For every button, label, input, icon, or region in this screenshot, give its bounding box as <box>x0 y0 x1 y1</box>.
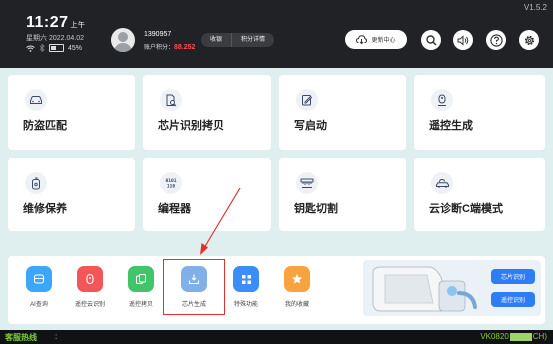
card-label: 写启动 <box>294 120 327 132</box>
quick-action-label: AI查询 <box>30 302 48 308</box>
star-icon <box>284 266 310 292</box>
write-icon <box>296 89 318 111</box>
chip-search-icon <box>160 89 182 111</box>
card-maintenance[interactable]: 维修保养 <box>8 158 135 231</box>
quick-action-label: 特殊功能 <box>233 302 258 308</box>
card-label: 云诊断C端模式 <box>429 203 503 215</box>
svg-text:110: 110 <box>167 184 176 190</box>
date-label: 星期六 2022.04.02 <box>26 35 84 42</box>
identify-promo-panel: 芯片识别 遥控识别 <box>363 260 541 316</box>
car-icon <box>25 89 47 111</box>
card-label: 维修保养 <box>23 203 67 215</box>
update-center-button[interactable]: 更新中心 <box>345 30 407 49</box>
card-cloud-diagnose-c[interactable]: 云诊断C端模式 <box>414 158 545 231</box>
grid-icon <box>233 266 259 292</box>
remote-cloud-icon <box>77 266 103 292</box>
card-label: 编程器 <box>158 203 191 215</box>
card-write-start[interactable]: 写启动 <box>279 75 406 150</box>
battery-percent: 45% <box>68 44 83 52</box>
search-icon <box>425 34 437 46</box>
chip-identify-button[interactable]: 芯片识别 <box>491 269 535 284</box>
annotation-arrow <box>200 187 241 255</box>
quick-my-favorites[interactable]: 我的收藏 <box>276 266 318 308</box>
card-remote-generate[interactable]: 遥控生成 <box>414 75 545 150</box>
account-number: 1390957 <box>144 31 172 38</box>
card-label: 芯片识别拷贝 <box>158 120 224 132</box>
device-serial: VK0820 CH) <box>480 332 547 341</box>
quick-remote-cloud-identify[interactable]: 遥控云识别 <box>69 266 111 308</box>
cloud-car-icon <box>431 172 453 194</box>
svg-text:0101: 0101 <box>165 178 176 184</box>
points-detail-button[interactable]: 积分详情 <box>231 33 274 47</box>
quick-action-bar: AI查询 遥控云识别 遥控拷贝 芯片生成 特殊功能 我的收藏 芯片识别 遥控识别 <box>8 256 545 324</box>
binary-icon: 0101 110 <box>160 172 182 194</box>
remote-copy-icon <box>128 266 154 292</box>
settings-icon <box>524 35 534 45</box>
search-button[interactable] <box>421 30 441 50</box>
main-panel: 防盗匹配 芯片识别拷贝 写启动 遥控生成 维修保养 0101 110 编程器 钥匙… <box>0 68 553 330</box>
footer-separator: : <box>55 332 58 341</box>
cashier-button[interactable]: 收银 <box>201 33 231 47</box>
card-anti-theft-match[interactable]: 防盗匹配 <box>8 75 135 150</box>
highlight-box <box>163 259 225 315</box>
key-cut-icon <box>296 172 318 194</box>
volume-icon <box>457 34 469 46</box>
cloud-download-icon <box>356 35 368 44</box>
update-center-label: 更新中心 <box>371 38 396 44</box>
device-illustration <box>372 266 477 312</box>
quick-action-label: 遥控拷贝 <box>128 302 153 308</box>
top-bar: 11:27 上午 星期六 2022.04.02 45% V1.5.2 139095… <box>0 0 553 68</box>
quick-remote-copy[interactable]: 遥控拷贝 <box>120 266 162 308</box>
points-value: 88.252 <box>174 44 196 51</box>
ai-query-icon <box>26 266 52 292</box>
volume-button[interactable] <box>453 30 473 50</box>
quick-special-functions[interactable]: 特殊功能 <box>225 266 267 308</box>
avatar[interactable] <box>111 28 135 52</box>
battery-icon <box>49 44 64 52</box>
clock: 11:27 上午 <box>26 14 86 31</box>
quick-action-label: 遥控云识别 <box>74 302 105 308</box>
account-points: 账户积分：88.252 <box>144 44 196 51</box>
card-label: 遥控生成 <box>429 120 473 132</box>
card-label: 钥匙切割 <box>294 203 338 215</box>
remote-identify-button[interactable]: 遥控识别 <box>491 292 535 307</box>
bluetooth-icon <box>39 44 45 52</box>
footer-bar: 客服热线 : VK0820 CH) <box>0 330 553 344</box>
serial-mask <box>509 332 532 341</box>
card-key-cutting[interactable]: 钥匙切割 <box>279 158 406 231</box>
wifi-icon <box>26 45 35 52</box>
quick-ai-query[interactable]: AI查询 <box>18 266 60 308</box>
quick-action-label: 我的收藏 <box>284 302 309 308</box>
oil-icon <box>25 172 47 194</box>
hotline-label[interactable]: 客服热线 <box>5 332 37 343</box>
help-button[interactable] <box>486 30 506 50</box>
card-chip-identify-copy[interactable]: 芯片识别拷贝 <box>143 75 271 150</box>
version-label: V1.5.2 <box>523 3 547 12</box>
remote-icon <box>431 89 453 111</box>
help-icon <box>489 33 503 47</box>
status-row: 45% <box>26 44 82 52</box>
card-label: 防盗匹配 <box>23 120 67 132</box>
account-pill-group: 收银 积分详情 <box>201 33 275 47</box>
settings-button[interactable] <box>519 30 539 50</box>
